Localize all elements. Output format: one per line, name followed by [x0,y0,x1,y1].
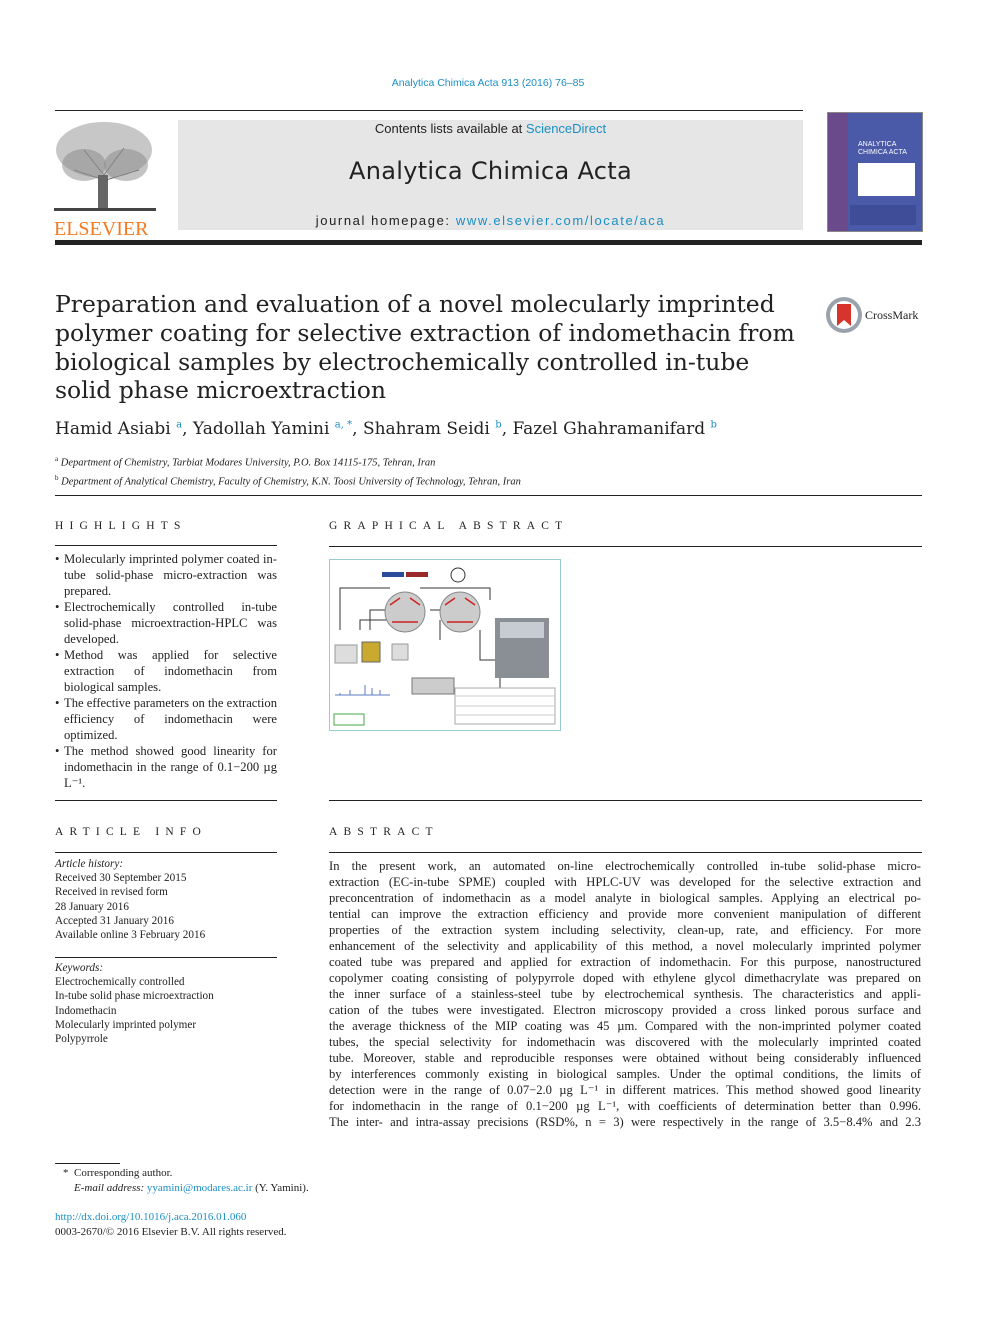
abstract-rule [329,852,922,853]
abstract-line: tube. Moreover, stable and reproducible … [329,1051,921,1065]
article-info-rule [55,852,277,853]
abstract-line: cation of the tubes were investigated. E… [329,1003,921,1017]
history-entry: Received in revised form [55,886,168,899]
contents-line: Contents lists available at ScienceDirec… [178,121,803,136]
keyword: Polypyrrole [55,1033,108,1046]
instrument-schematic-figure [333,567,556,726]
keyword: Molecularly imprinted polymer [55,1018,197,1031]
author[interactable]: Fazel Ghahramanifard b [513,419,717,439]
author-list: Hamid Asiabi a, Yadollah Yamini a, *, Sh… [55,419,717,439]
keyword: In-tube solid phase microextraction [55,990,214,1003]
affiliations: a Department of Chemistry, Tarbiat Modar… [55,452,521,490]
highlights-bottom-rule [55,800,277,801]
cover-sidebar [828,113,848,231]
journal-reference[interactable]: Analytica Chimica Acta 913 (2016) 76–85 [0,77,976,89]
abstract-line: copolymer coating consisting of polypyrr… [329,971,921,985]
affiliation-b: b Department of Analytical Chemistry, Fa… [55,474,521,488]
highlight-item: The effective parameters on the extracti… [55,695,277,743]
highlight-item: The method showed good linearity for ind… [55,743,277,791]
highlight-item: Molecularly imprinted polymer coated in-… [55,551,277,599]
crossmark-label: CrossMark [865,308,919,322]
keywords-label: Keywords: [55,962,104,974]
cover-figure [858,163,915,196]
abstract-line: enhancement of the selectivity and appli… [329,939,921,953]
abstract-line: The inter- and intra-assay precisions (R… [329,1115,921,1129]
highlight-item: Method was applied for selective extract… [55,647,277,695]
copyright: 0003-2670/© 2016 Elsevier B.V. All right… [55,1226,287,1238]
sciencedirect-link[interactable]: ScienceDirect [526,121,606,136]
keyword: Electrochemically controlled [55,976,185,989]
email-link[interactable]: yyamini@modares.ac.ir [147,1182,252,1194]
crossmark-icon [826,297,862,333]
elsevier-wordmark: ELSEVIER [54,218,149,240]
history-label: Article history: [55,858,124,870]
keyword: Indomethacin [55,1004,117,1017]
article-info-heading: ARTICLE INFO [55,826,207,838]
highlights-heading: HIGHLIGHTS [55,520,187,532]
affiliation-a: a Department of Chemistry, Tarbiat Modar… [55,455,436,469]
homepage-link[interactable]: www.elsevier.com/locate/aca [456,213,665,228]
contents-prefix: Contents lists available at [374,121,526,136]
homepage-prefix: journal homepage: [315,213,456,228]
abstract-line: coated tube was prepared and applied for… [329,955,921,969]
journal-masthead: Contents lists available at ScienceDirec… [178,120,803,230]
abstract-line: for indomethacin in the range of 0.1−200… [329,1099,921,1113]
crossmark-badge[interactable]: CrossMark [825,296,925,334]
cover-title: ANALYTICA CHIMICA ACTA [858,141,907,156]
abstract-line: properties of the extraction system incl… [329,923,921,937]
history-entry: Available online 3 February 2016 [55,929,206,942]
abstract-line: the inner surface of a stainless-steel t… [329,987,921,1001]
article-title: Preparation and evaluation of a novel mo… [55,290,795,405]
journal-cover-thumbnail[interactable]: ANALYTICA CHIMICA ACTA [827,112,923,232]
homepage-line: journal homepage: www.elsevier.com/locat… [178,213,803,228]
email-suffix: (Y. Yamini). [252,1182,309,1194]
abstract-line: tubes, the special selectivity for indom… [329,1035,921,1049]
header-rule [55,110,803,111]
article-page: Analytica Chimica Acta 913 (2016) 76–85 … [0,0,992,1323]
keywords: Keywords: Electrochemically controlled I… [55,961,277,1046]
graphical-abstract-bottom-rule [329,800,922,801]
divider [55,495,922,496]
author[interactable]: Hamid Asiabi a [55,419,182,439]
author[interactable]: Yadollah Yamini a, * [193,419,352,439]
corresponding-author: Corresponding author. [74,1167,173,1179]
footnote: * Corresponding author. E-mail address: … [63,1166,309,1196]
abstract-line: detection were in the range of 0.07−2.0 … [329,1083,921,1097]
abstract-line: the average thickness of the MIP coating… [329,1019,921,1033]
footnote-star: * [63,1167,69,1179]
graphical-abstract-figure[interactable] [329,559,561,731]
header-thick-rule [55,240,922,245]
graphical-abstract-heading: GRAPHICAL ABSTRACT [329,520,569,532]
article-history: Article history: Received 30 September 2… [55,857,277,942]
abstract-line: preconcentration of indomethacin as a mo… [329,891,921,905]
abstract-line: by interferences commonly existing in bi… [329,1067,921,1081]
footnote-rule [55,1163,120,1164]
abstract-heading: ABSTRACT [329,826,439,838]
cover-footer [850,205,916,225]
history-entry: 28 January 2016 [55,900,129,913]
keywords-rule [55,957,277,958]
doi-link[interactable]: http://dx.doi.org/10.1016/j.aca.2016.01.… [55,1211,246,1223]
highlights-rule [55,545,277,546]
graphical-abstract-rule [329,546,922,547]
elsevier-tree-icon [54,120,156,212]
abstract-line: extraction (EC-in-tube SPME) coupled wit… [329,875,921,889]
history-entry: Accepted 31 January 2016 [55,914,174,927]
abstract-body: In the present work, an automated on-lin… [329,858,921,1130]
history-entry: Received 30 September 2015 [55,872,187,885]
abstract-line: In the present work, an automated on-lin… [329,859,921,873]
abstract-line: tential can improve the extraction effic… [329,907,921,921]
highlights-list: Molecularly imprinted polymer coated in-… [55,551,277,791]
author[interactable]: Shahram Seidi b [363,419,502,439]
email-label: E-mail address: [74,1182,145,1194]
journal-title: Analytica Chimica Acta [349,157,632,185]
highlight-item: Electrochemically controlled in-tube sol… [55,599,277,647]
elsevier-logo: ELSEVIER [54,120,156,239]
